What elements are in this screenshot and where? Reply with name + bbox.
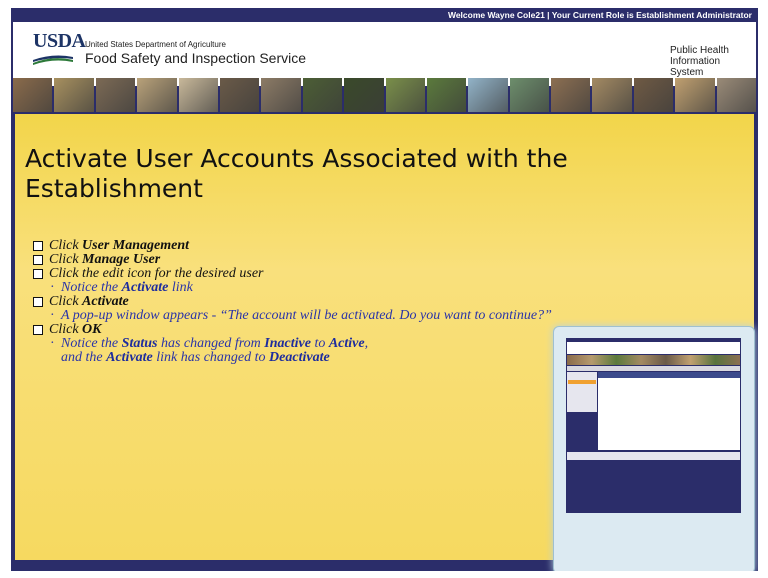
agency-name: Food Safety and Inspection Service <box>85 50 307 66</box>
step-manage-user: Click Manage User <box>33 253 553 267</box>
banner-photo <box>385 78 425 112</box>
banner-photo <box>302 78 343 112</box>
banner-photo <box>137 78 177 112</box>
step-ok: Click OK <box>33 323 553 337</box>
step-list: Click User Management Click Manage User … <box>33 239 553 365</box>
substep-notice-activate: · Notice the Activate link <box>50 280 193 295</box>
banner-photo <box>95 78 136 112</box>
banner-photo <box>54 78 94 112</box>
header: USDA United States Department of Agricul… <box>13 22 756 86</box>
checkbox-icon <box>33 269 43 279</box>
photo-banner <box>13 78 757 112</box>
step-user-management: Click User Management <box>33 239 553 253</box>
system-name-line2: Information System <box>670 56 721 78</box>
slide-frame: Welcome Wayne Cole21 | Your Current Role… <box>11 8 758 571</box>
usda-swoosh-icon <box>33 55 73 65</box>
welcome-bar: Welcome Wayne Cole21 | Your Current Role… <box>447 10 752 20</box>
substep-status-change: · Notice the Status has changed from Inac… <box>50 336 369 365</box>
slide-title: Activate User Accounts Associated with t… <box>25 144 568 203</box>
screenshot-image <box>566 338 741 513</box>
banner-photo <box>344 78 384 112</box>
banner-photo <box>426 78 467 112</box>
banner-photo <box>13 78 53 112</box>
checkbox-icon <box>33 241 43 251</box>
banner-photo <box>219 78 260 112</box>
usda-logo: USDA <box>33 30 86 52</box>
step-edit-icon: Click the edit icon for the desired user <box>33 267 553 281</box>
screenshot-thumbnail <box>553 326 755 571</box>
system-name-line1: Public Health <box>670 45 729 56</box>
banner-photo <box>633 78 674 112</box>
checkbox-icon <box>33 325 43 335</box>
system-name: Public Health Information System <box>670 45 742 78</box>
banner-photo <box>675 78 715 112</box>
department-name: United States Department of Agriculture <box>85 40 226 49</box>
slide-content: Activate User Accounts Associated with t… <box>15 114 755 571</box>
checkbox-icon <box>33 255 43 265</box>
banner-photo <box>716 78 757 112</box>
step-activate: Click Activate <box>33 295 553 309</box>
substep-popup: · A pop-up window appears - “The account … <box>50 308 552 323</box>
banner-photo <box>592 78 632 112</box>
banner-photo <box>509 78 550 112</box>
banner-photo <box>468 78 508 112</box>
banner-photo <box>551 78 591 112</box>
banner-photo <box>178 78 218 112</box>
checkbox-icon <box>33 297 43 307</box>
banner-photo <box>261 78 301 112</box>
